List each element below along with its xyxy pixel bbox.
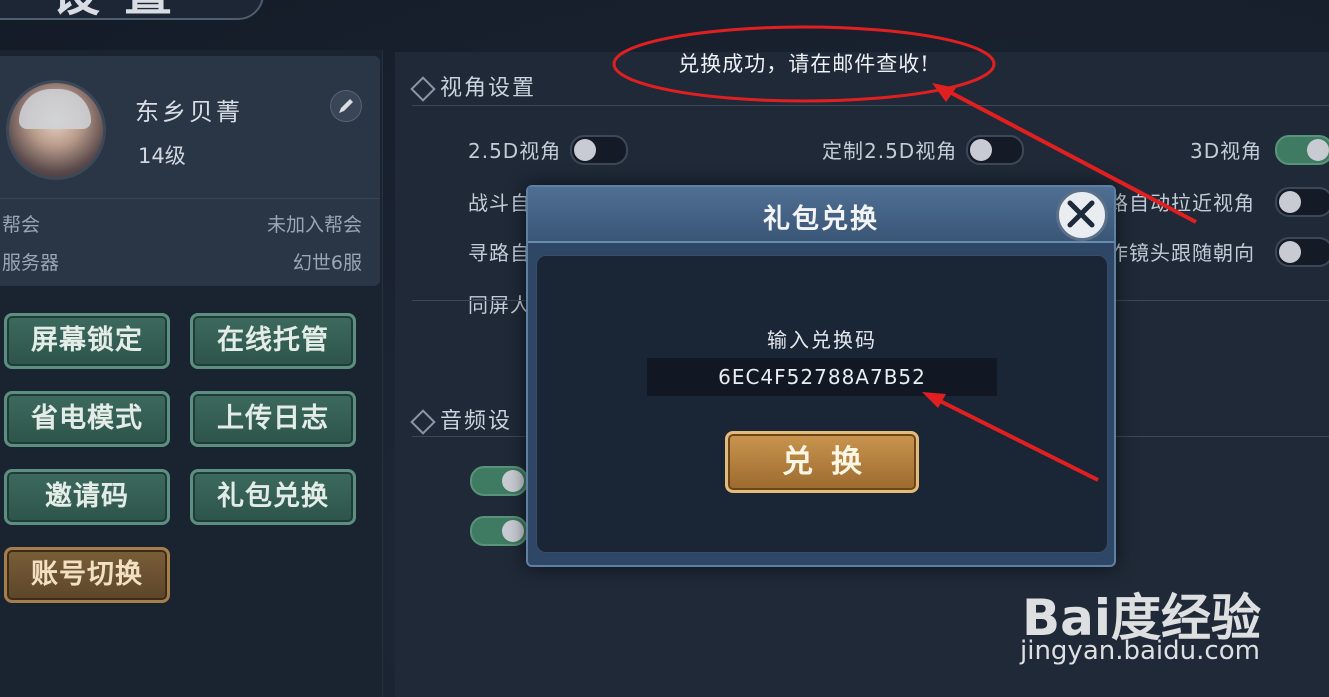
redeem-success-notice: 兑换成功，请在邮件查收! bbox=[678, 52, 930, 76]
baidu-watermark-url: jingyan.baidu.com bbox=[1020, 636, 1260, 666]
annotation-arrowhead-bottom bbox=[922, 392, 946, 408]
annotation-arrow-top bbox=[941, 86, 1197, 224]
annotation-arrow-bottom bbox=[933, 396, 1099, 482]
